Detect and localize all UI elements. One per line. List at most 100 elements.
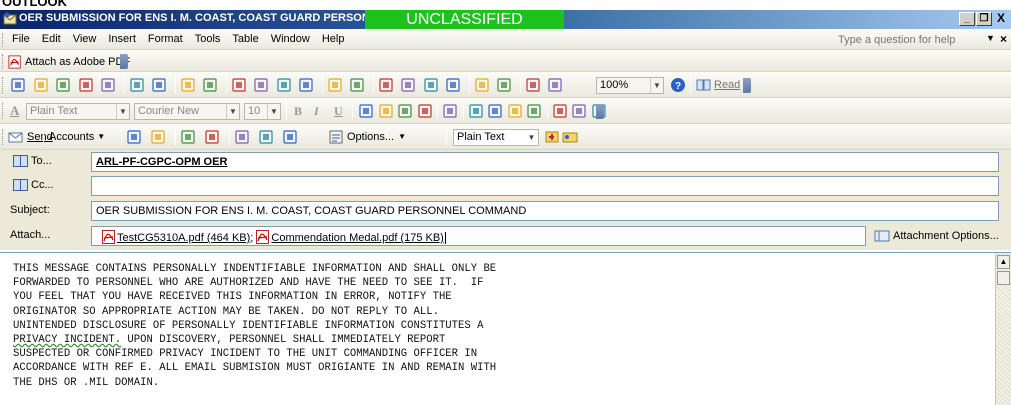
- permission-icon[interactable]: [78, 77, 94, 93]
- toolbar-grip[interactable]: [2, 33, 5, 47]
- justify-icon[interactable]: [417, 103, 433, 119]
- toolbar-grip[interactable]: [2, 54, 5, 68]
- minimize-button[interactable]: _: [959, 12, 975, 26]
- style-select[interactable]: Plain Text ▼: [26, 103, 130, 120]
- help-icon[interactable]: ?: [670, 77, 686, 93]
- attachment-item[interactable]: Commendation Medal.pdf (175 KB): [256, 230, 444, 244]
- low-importance-icon[interactable]: [234, 129, 250, 145]
- menu-format[interactable]: Format: [142, 33, 189, 45]
- menu-edit[interactable]: Edit: [36, 33, 67, 45]
- numbering-icon[interactable]: [468, 103, 484, 119]
- menu-tools[interactable]: Tools: [189, 33, 227, 45]
- styles-formatting-icon[interactable]: A: [10, 103, 19, 119]
- attachment-name[interactable]: Commendation Medal.pdf (175 KB): [271, 232, 443, 244]
- increase-indent-icon[interactable]: [526, 103, 542, 119]
- follow-up-flag-icon[interactable]: [258, 129, 274, 145]
- cc-field[interactable]: [91, 176, 999, 196]
- toolbar-grip[interactable]: [2, 103, 5, 119]
- underline-button[interactable]: U: [334, 104, 343, 119]
- check-names-icon[interactable]: [180, 129, 196, 145]
- attach-as-pdf-button[interactable]: Attach as Adobe PDF: [8, 53, 130, 70]
- toolbar-grip[interactable]: [2, 129, 5, 145]
- bold-button[interactable]: B: [294, 104, 302, 119]
- spelling-icon[interactable]: [180, 77, 196, 93]
- subject-field[interactable]: OER SUBMISSION FOR ENS I. M. COAST, COAS…: [91, 201, 999, 221]
- attachments-field[interactable]: TestCG5310A.pdf (464 KB); Commendation M…: [91, 226, 866, 246]
- to-button[interactable]: To...: [13, 155, 52, 167]
- vertical-scrollbar[interactable]: ▲: [995, 253, 1011, 405]
- align-left-icon[interactable]: [358, 103, 374, 119]
- close-button[interactable]: X: [993, 12, 1009, 26]
- web-preview-icon[interactable]: [151, 77, 167, 93]
- line-spacing-icon[interactable]: [442, 103, 458, 119]
- message-format-select[interactable]: Plain Text ▼: [453, 129, 539, 146]
- to-recipient[interactable]: ARL-PF-CGPC-OPM OER: [96, 156, 227, 168]
- document-map-icon[interactable]: [525, 77, 541, 93]
- highlight-icon[interactable]: [571, 103, 587, 119]
- cut-icon[interactable]: [231, 77, 247, 93]
- attachment-options-button[interactable]: Attachment Options...: [874, 229, 999, 243]
- attach-button[interactable]: Attach...: [10, 229, 50, 241]
- send-button[interactable]: Send: [8, 128, 53, 145]
- open-icon[interactable]: [33, 77, 49, 93]
- redo-icon[interactable]: [349, 77, 365, 93]
- scroll-up-button[interactable]: ▲: [997, 255, 1010, 269]
- menu-help[interactable]: Help: [316, 33, 351, 45]
- ask-question-input[interactable]: [838, 32, 986, 47]
- hyperlink-icon[interactable]: [378, 77, 394, 93]
- decrease-indent-icon[interactable]: [507, 103, 523, 119]
- cc-button[interactable]: Cc...: [13, 179, 54, 191]
- undo-icon[interactable]: [327, 77, 343, 93]
- show-formatting-icon[interactable]: [547, 77, 563, 93]
- align-right-icon[interactable]: [397, 103, 413, 119]
- menu-table[interactable]: Table: [226, 33, 264, 45]
- options-button[interactable]: Options... ▼: [328, 128, 406, 145]
- print-icon[interactable]: [129, 77, 145, 93]
- columns-icon[interactable]: [474, 77, 490, 93]
- center-icon[interactable]: [378, 103, 394, 119]
- menu-view[interactable]: View: [67, 33, 103, 45]
- toolbar-grip[interactable]: [2, 77, 5, 93]
- font-size-select[interactable]: 10 ▼: [244, 103, 281, 120]
- insert-file-icon[interactable]: [126, 129, 142, 145]
- toolbar-options-icon[interactable]: [596, 104, 604, 119]
- print-preview-icon[interactable]: [100, 77, 116, 93]
- read-button[interactable]: Read: [696, 76, 740, 93]
- attachment-name[interactable]: TestCG5310A.pdf (464 KB): [117, 232, 250, 244]
- address-card-icon[interactable]: [562, 129, 578, 145]
- research-icon[interactable]: [202, 77, 218, 93]
- restore-button[interactable]: ❐: [976, 12, 992, 26]
- toolbar-options-icon[interactable]: [743, 78, 751, 93]
- tables-borders-icon[interactable]: [400, 77, 416, 93]
- borders-icon[interactable]: [552, 103, 568, 119]
- toolbar-options-icon[interactable]: [120, 54, 128, 69]
- message-body[interactable]: THIS MESSAGE CONTAINS PERSONALLY INDENTI…: [0, 252, 1011, 405]
- high-importance-icon[interactable]: [204, 129, 220, 145]
- insert-table-icon[interactable]: [423, 77, 439, 93]
- accounts-button[interactable]: Accounts ▼: [49, 128, 105, 145]
- permission-icon[interactable]: [282, 129, 298, 145]
- message-format-value: Plain Text: [457, 131, 505, 143]
- menu-file[interactable]: File: [6, 33, 36, 45]
- ask-dropdown-icon[interactable]: ▼: [986, 33, 995, 43]
- font-select[interactable]: Courier New ▼: [134, 103, 240, 120]
- attachment-item[interactable]: TestCG5310A.pdf (464 KB): [102, 230, 250, 244]
- new-icon[interactable]: [10, 77, 26, 93]
- insert-excel-icon[interactable]: [445, 77, 461, 93]
- italic-button[interactable]: I: [314, 104, 319, 119]
- zoom-select[interactable]: 100% ▼: [596, 77, 664, 94]
- bullets-icon[interactable]: [487, 103, 503, 119]
- signature-icon[interactable]: [150, 129, 166, 145]
- scroll-thumb[interactable]: [997, 271, 1010, 285]
- paste-icon[interactable]: [276, 77, 292, 93]
- save-icon[interactable]: [55, 77, 71, 93]
- message-body-text[interactable]: THIS MESSAGE CONTAINS PERSONALLY INDENTI…: [13, 262, 496, 390]
- to-field[interactable]: ARL-PF-CGPC-OPM OER: [91, 152, 999, 172]
- menu-window[interactable]: Window: [265, 33, 316, 45]
- doc-close-icon[interactable]: ×: [1000, 32, 1007, 46]
- drawing-icon[interactable]: [496, 77, 512, 93]
- menu-insert[interactable]: Insert: [102, 33, 142, 45]
- insert-file-icon[interactable]: [544, 129, 560, 145]
- format-painter-icon[interactable]: [298, 77, 314, 93]
- copy-icon[interactable]: [253, 77, 269, 93]
